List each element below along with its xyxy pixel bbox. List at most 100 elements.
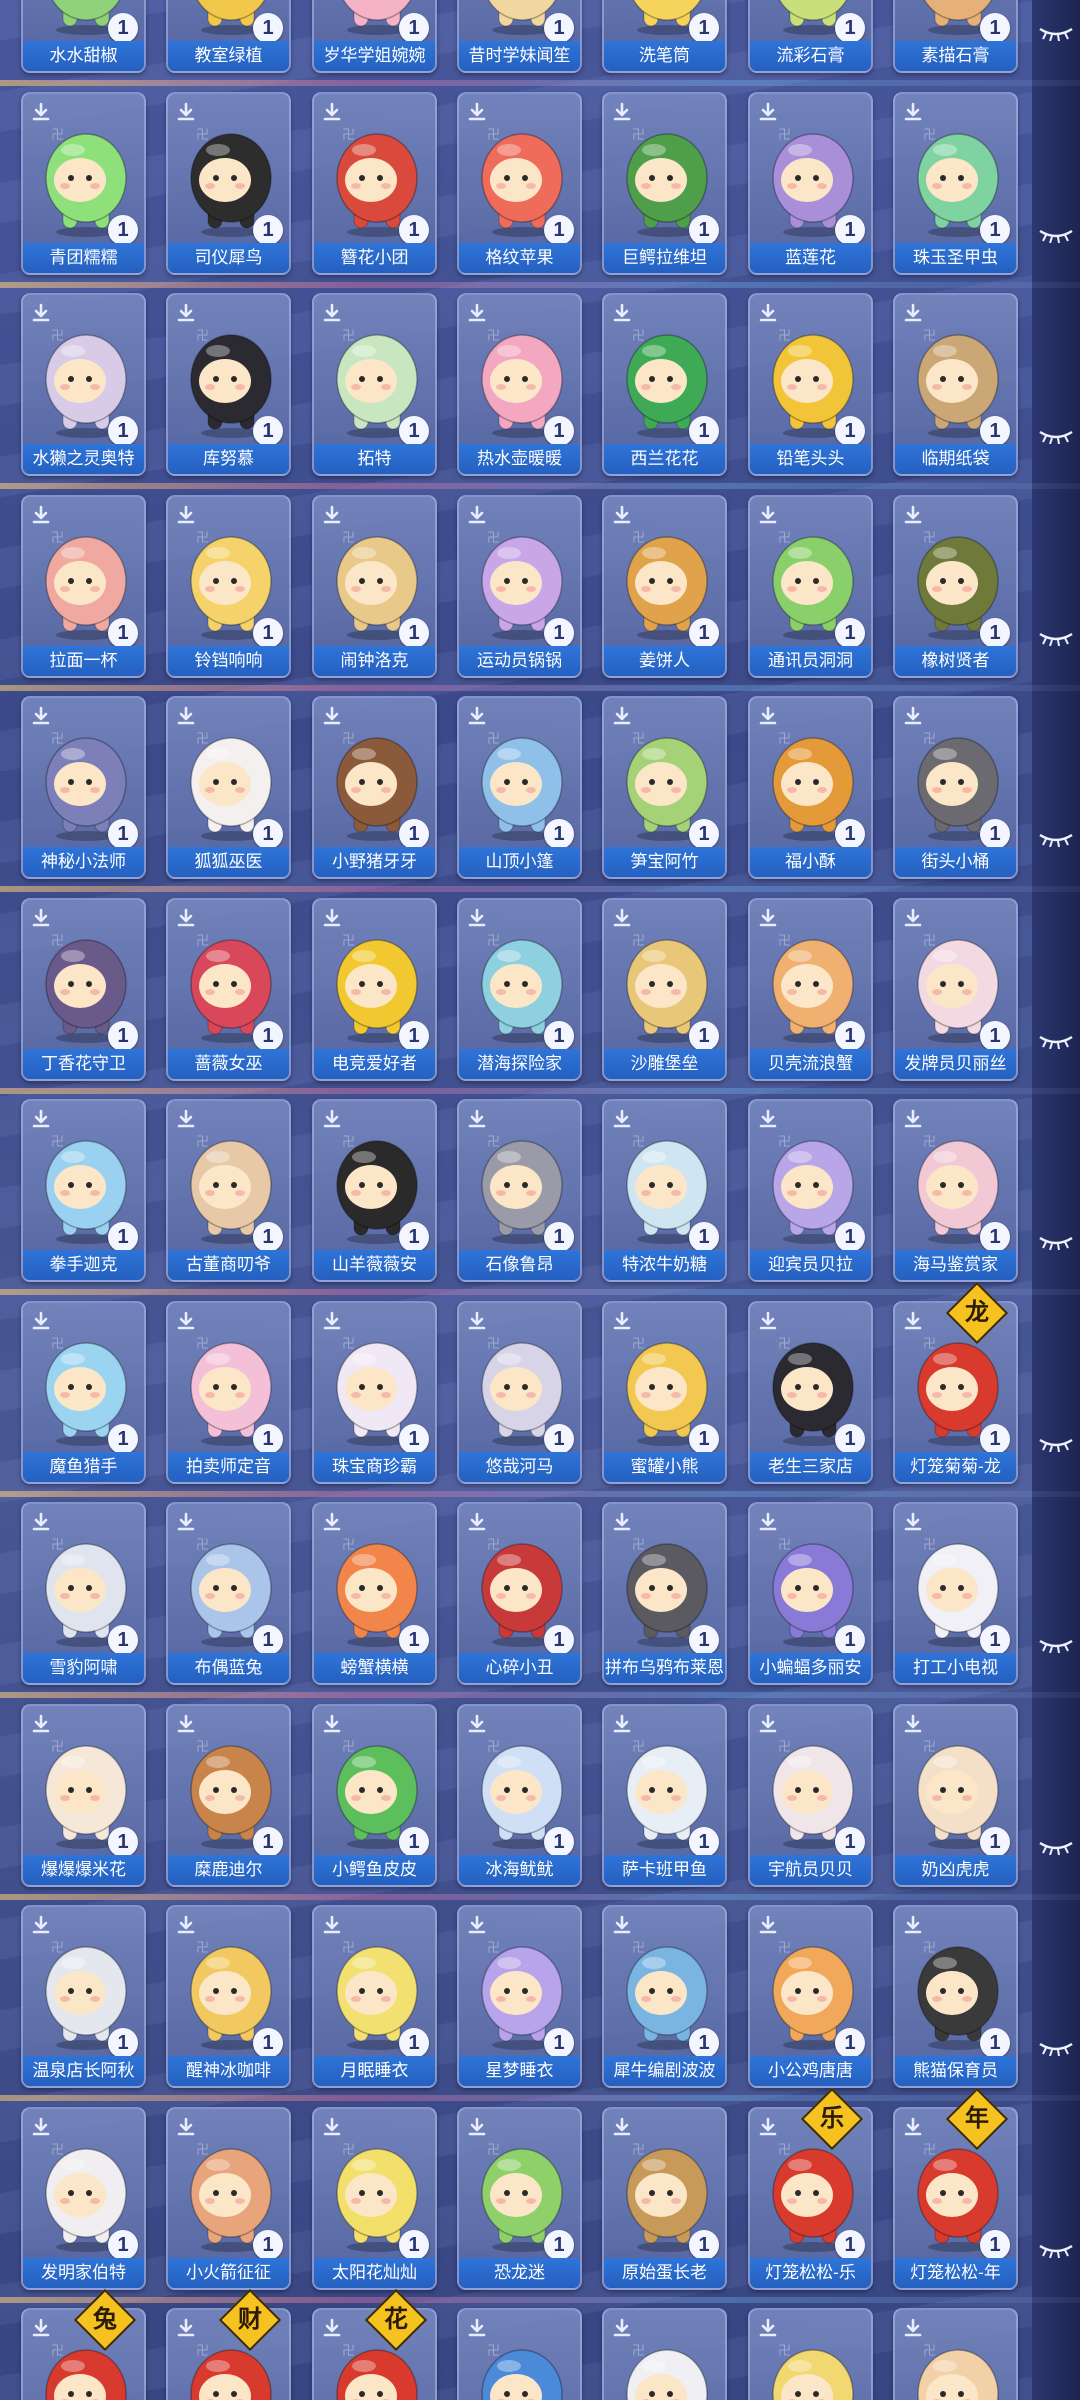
download-icon[interactable]	[467, 2318, 487, 2338]
character-card[interactable]: 卍 1 发牌员贝丽丝	[893, 897, 1018, 1081]
character-card[interactable]: 卍 1 冰海鱿鱿	[457, 1703, 582, 1887]
character-card[interactable]: 卍 1 铅笔头头	[748, 293, 873, 476]
download-icon[interactable]	[903, 706, 923, 726]
download-icon[interactable]	[758, 2117, 778, 2137]
download-icon[interactable]	[322, 1109, 342, 1129]
download-icon[interactable]	[612, 505, 632, 525]
download-icon[interactable]	[176, 1311, 196, 1331]
download-icon[interactable]	[322, 1512, 342, 1532]
character-card[interactable]: 卍 1 格纹苹果	[457, 91, 582, 275]
download-icon[interactable]	[903, 2117, 923, 2137]
character-card[interactable]: 卍 1 丁香花守卫	[21, 897, 146, 1081]
download-icon[interactable]	[176, 1109, 196, 1129]
download-icon[interactable]	[758, 2318, 778, 2338]
download-icon[interactable]	[903, 1512, 923, 1532]
download-icon[interactable]	[322, 1311, 342, 1331]
character-card[interactable]: 卍 1 电竞爱好者	[312, 897, 437, 1081]
download-icon[interactable]	[31, 2117, 51, 2137]
character-card[interactable]: 卍 1 西兰花花	[602, 293, 727, 476]
character-card[interactable]: 卍 1 蔷薇女巫	[166, 897, 291, 1081]
character-card[interactable]: 卍 1 山顶小篷	[457, 696, 582, 879]
download-icon[interactable]	[467, 706, 487, 726]
character-card[interactable]: 卍 1 簪花小团	[312, 91, 437, 275]
character-card[interactable]: 卍1教室绿植	[166, 0, 291, 73]
character-card[interactable]: 卍 1 拳手迦克	[21, 1099, 146, 1282]
character-card[interactable]: 卍 1 特浓牛奶糖	[602, 1099, 727, 1282]
character-card[interactable]: 卍 1 司仪犀鸟	[166, 91, 291, 275]
download-icon[interactable]	[176, 505, 196, 525]
character-card[interactable]: 卍 1 迎宾员贝拉	[748, 1099, 873, 1282]
character-card[interactable]: 卍 1 悠哉河马	[457, 1300, 582, 1484]
character-card[interactable]: 卍 1 老生三家店	[748, 1300, 873, 1484]
download-icon[interactable]	[467, 908, 487, 928]
character-card[interactable]: 卍 1 奶凶虎虎	[893, 1703, 1018, 1887]
download-icon[interactable]	[322, 1714, 342, 1734]
download-icon[interactable]	[903, 1311, 923, 1331]
download-icon[interactable]	[612, 1714, 632, 1734]
download-icon[interactable]	[31, 1311, 51, 1331]
character-card[interactable]: 卍 1 笋宝阿竹	[602, 696, 727, 879]
character-card[interactable]: 卍 1 雪豹阿啸	[21, 1502, 146, 1685]
character-card[interactable]: 卍1流彩石膏	[748, 0, 873, 73]
download-icon[interactable]	[31, 706, 51, 726]
download-icon[interactable]	[31, 102, 51, 122]
character-card[interactable]: 卍1岁华学姐婉婉	[312, 0, 437, 73]
download-icon[interactable]	[903, 908, 923, 928]
character-card[interactable]: 卍 1 星梦睡衣	[457, 1905, 582, 2088]
download-icon[interactable]	[612, 706, 632, 726]
character-card[interactable]: 卍 1 拼布乌鸦布莱恩	[602, 1502, 727, 1685]
character-card[interactable]: 卍 1 小鳄鱼皮皮	[312, 1703, 437, 1887]
character-card[interactable]: 卍 1 小蝙蝠多丽安	[748, 1502, 873, 1685]
download-icon[interactable]	[612, 2318, 632, 2338]
character-card[interactable]: 卍 1 魔鱼猎手	[21, 1300, 146, 1484]
character-card[interactable]: 卍 1 犀牛编剧波波	[602, 1905, 727, 2088]
download-icon[interactable]	[176, 1512, 196, 1532]
character-card[interactable]: 卍1	[457, 2308, 582, 2400]
download-icon[interactable]	[322, 1915, 342, 1935]
download-icon[interactable]	[467, 1714, 487, 1734]
download-icon[interactable]	[758, 1714, 778, 1734]
download-icon[interactable]	[467, 2117, 487, 2137]
download-icon[interactable]	[612, 102, 632, 122]
character-card[interactable]: 卍 1 古董商叨爷	[166, 1099, 291, 1282]
download-icon[interactable]	[31, 2318, 51, 2338]
character-card[interactable]: 卍 1 临期纸袋	[893, 293, 1018, 476]
download-icon[interactable]	[322, 102, 342, 122]
download-icon[interactable]	[322, 303, 342, 323]
download-icon[interactable]	[176, 1915, 196, 1935]
download-icon[interactable]	[31, 1512, 51, 1532]
character-card[interactable]: 卍 1 铃铛响响	[166, 494, 291, 678]
character-card[interactable]: 卍 1 水獭之灵奥特	[21, 293, 146, 476]
download-icon[interactable]	[758, 102, 778, 122]
character-card[interactable]: 卍 1 布偶蓝兔	[166, 1502, 291, 1685]
download-icon[interactable]	[612, 2117, 632, 2137]
download-icon[interactable]	[467, 1311, 487, 1331]
download-icon[interactable]	[612, 908, 632, 928]
download-icon[interactable]	[322, 908, 342, 928]
download-icon[interactable]	[903, 303, 923, 323]
character-card[interactable]: 卍 1 螃蟹横横	[312, 1502, 437, 1685]
download-icon[interactable]	[612, 1109, 632, 1129]
character-card[interactable]: 卍 1 珠玉圣甲虫	[893, 91, 1018, 275]
download-icon[interactable]	[31, 908, 51, 928]
character-card[interactable]: 卍 1 醒神冰咖啡	[166, 1905, 291, 2088]
download-icon[interactable]	[176, 908, 196, 928]
character-card[interactable]: 卍 1 青团糯糯	[21, 91, 146, 275]
character-card[interactable]: 卍1	[602, 2308, 727, 2400]
download-icon[interactable]	[758, 1311, 778, 1331]
download-icon[interactable]	[322, 505, 342, 525]
character-card[interactable]: 卍 1 姜饼人	[602, 494, 727, 678]
character-card[interactable]: 卍 1 小火箭征征	[166, 2106, 291, 2290]
character-card[interactable]: 卍 1 心碎小丑	[457, 1502, 582, 1685]
download-icon[interactable]	[903, 2318, 923, 2338]
download-icon[interactable]	[31, 303, 51, 323]
download-icon[interactable]	[467, 1512, 487, 1532]
character-card[interactable]: 卍 1 拍卖师定音	[166, 1300, 291, 1484]
download-icon[interactable]	[176, 1714, 196, 1734]
download-icon[interactable]	[467, 505, 487, 525]
character-card[interactable]: 卍 1 太阳花灿灿	[312, 2106, 437, 2290]
download-icon[interactable]	[758, 908, 778, 928]
download-icon[interactable]	[758, 706, 778, 726]
character-card[interactable]: 卍 1 神秘小法师	[21, 696, 146, 879]
character-card[interactable]: 卍 1 灯笼松松-年	[893, 2106, 1018, 2290]
